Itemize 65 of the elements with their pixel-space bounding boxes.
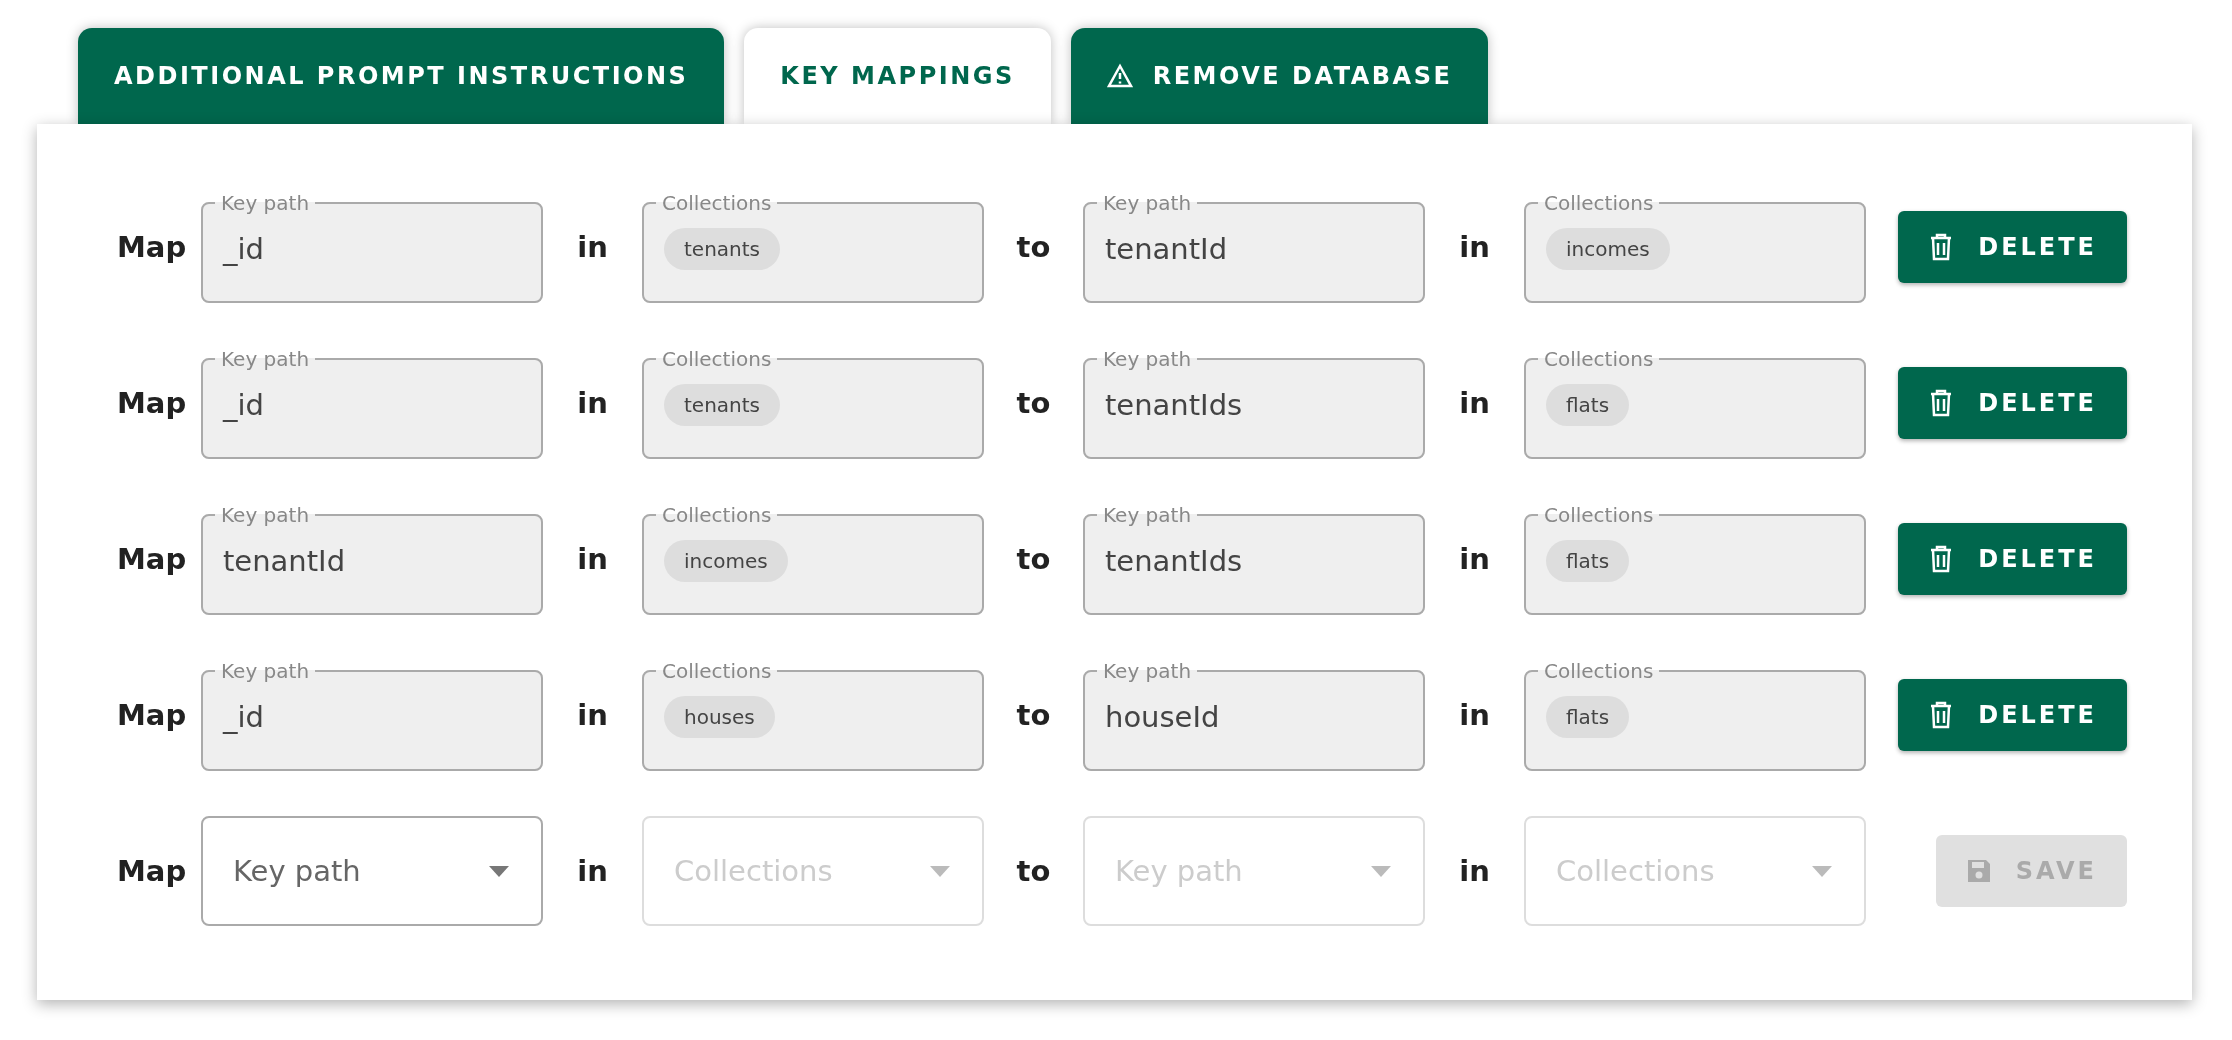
- warning-icon: [1106, 62, 1133, 90]
- caret-icon: [930, 865, 950, 877]
- connector-word: Map: [117, 542, 187, 576]
- field-label: Key path: [220, 347, 311, 371]
- field-label: Collections: [1543, 191, 1655, 215]
- caret-icon: [1812, 865, 1832, 877]
- field-label: Collections: [1543, 503, 1655, 527]
- delete-button[interactable]: DELETE: [1898, 367, 2127, 439]
- delete-button[interactable]: DELETE: [1898, 679, 2127, 751]
- field-value: tenantId: [1105, 232, 1228, 266]
- field-label: Key path: [1102, 191, 1193, 215]
- field-value: tenantIds: [1105, 544, 1243, 578]
- collection-chip: tenants: [664, 384, 780, 426]
- field-value: _id: [223, 700, 264, 734]
- connector-word: Map: [117, 698, 187, 732]
- tab[interactable]: ADDITIONAL PROMPT INSTRUCTIONS: [78, 28, 725, 124]
- tab[interactable]: REMOVE DATABASE: [1070, 28, 1489, 124]
- connector-word: in: [577, 854, 608, 888]
- delete-button[interactable]: DELETE: [1898, 523, 2127, 595]
- collection-chip: tenants: [664, 228, 780, 270]
- field-label: Collections: [661, 347, 773, 371]
- connector-word: in: [577, 230, 608, 264]
- field-label: Key path: [220, 659, 311, 683]
- caret-icon: [489, 865, 509, 877]
- field-label: Key path: [1102, 347, 1193, 371]
- collection-chip: incomes: [664, 540, 788, 582]
- connector-word: in: [1459, 854, 1490, 888]
- field-label: Collections: [661, 191, 773, 215]
- field-value: _id: [223, 232, 264, 266]
- field-label: Collections: [661, 503, 773, 527]
- connector-word: to: [1016, 542, 1051, 576]
- collection-chip: flats: [1546, 384, 1630, 426]
- field-label: Collections: [1543, 659, 1655, 683]
- delete-button[interactable]: DELETE: [1898, 211, 2127, 283]
- connector-word: to: [1016, 854, 1051, 888]
- field-value: houseId: [1105, 700, 1220, 734]
- connector-word: in: [1459, 386, 1490, 420]
- connector-word: Map: [117, 854, 187, 888]
- connector-word: in: [1459, 230, 1490, 264]
- connector-word: Map: [117, 386, 187, 420]
- collection-chip: houses: [664, 696, 775, 738]
- caret-icon: [1371, 865, 1391, 877]
- dropdown-field[interactable]: Key path: [201, 816, 543, 926]
- field-label: Key path: [220, 503, 311, 527]
- field-label: Key path: [220, 191, 311, 215]
- connector-word: Map: [117, 230, 187, 264]
- collection-chip: incomes: [1546, 228, 1670, 270]
- field-value: _id: [223, 388, 264, 422]
- connector-word: in: [577, 386, 608, 420]
- field-value: tenantId: [223, 544, 346, 578]
- connector-word: in: [1459, 698, 1490, 732]
- field-label: Collections: [1543, 347, 1655, 371]
- tab[interactable]: KEY MAPPINGS: [744, 28, 1051, 124]
- connector-word: to: [1016, 698, 1051, 732]
- connector-word: in: [1459, 542, 1490, 576]
- connector-word: to: [1016, 386, 1051, 420]
- collection-chip: flats: [1546, 696, 1630, 738]
- collection-chip: flats: [1546, 540, 1630, 582]
- connector-word: in: [577, 542, 608, 576]
- connector-word: to: [1016, 230, 1051, 264]
- field-label: Key path: [1102, 659, 1193, 683]
- field-label: Collections: [661, 659, 773, 683]
- field-value: tenantIds: [1105, 388, 1243, 422]
- field-label: Key path: [1102, 503, 1193, 527]
- connector-word: in: [577, 698, 608, 732]
